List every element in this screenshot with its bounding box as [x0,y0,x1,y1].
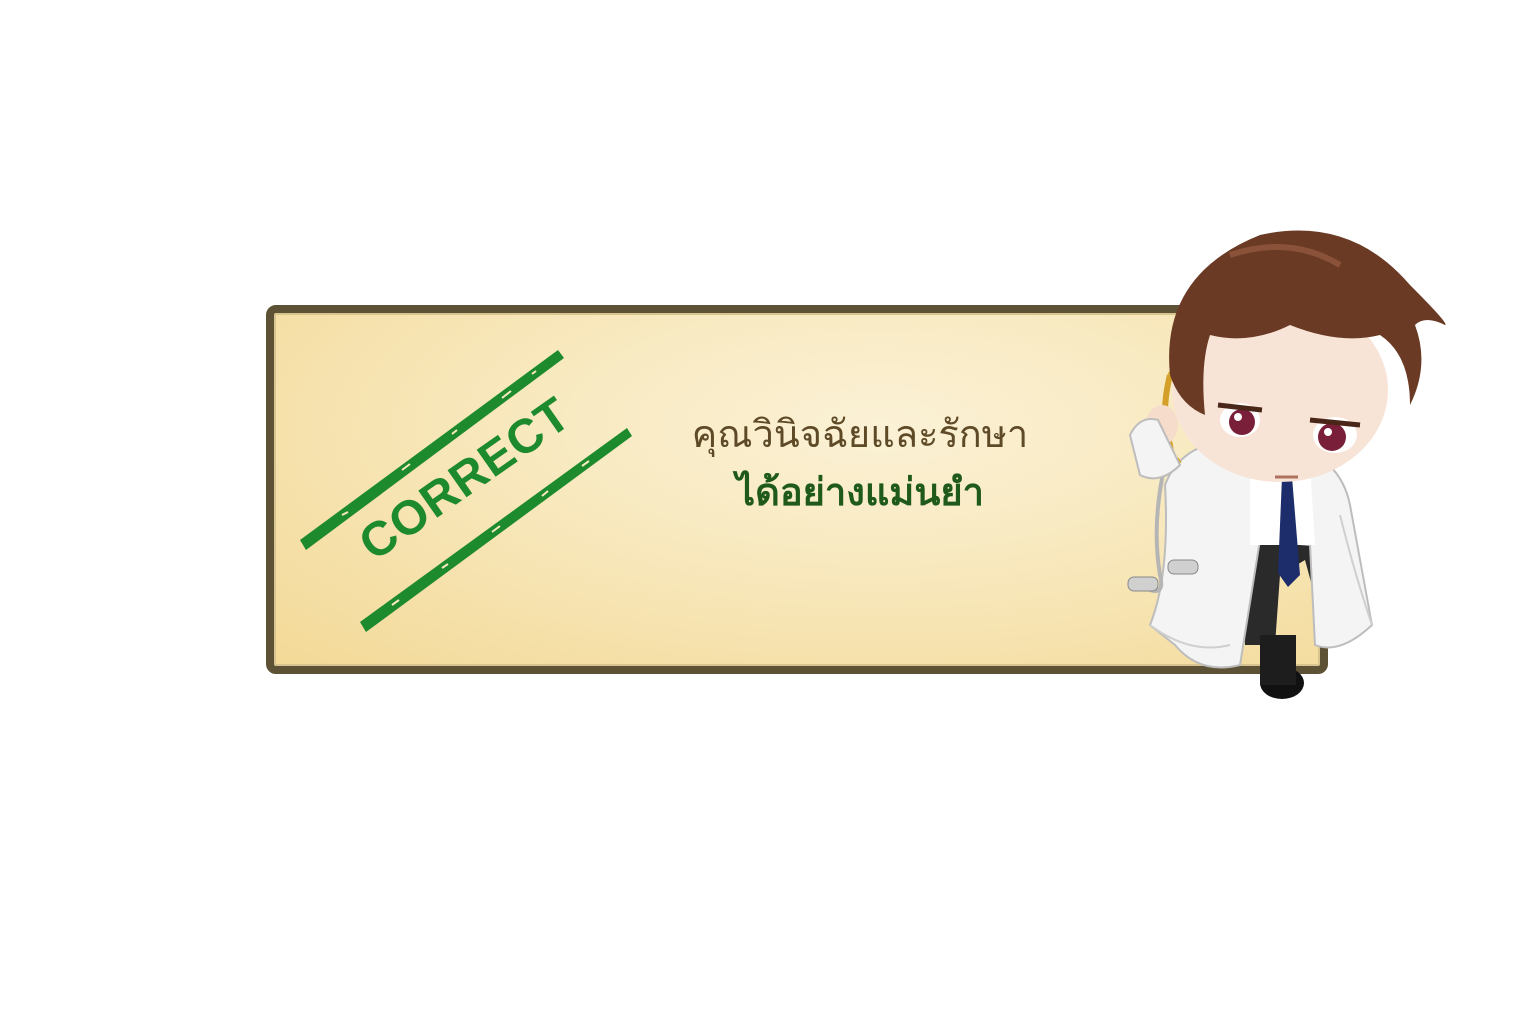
message-line-2: ได้อย่างแม่นยำ [736,470,984,514]
doctor-chibi-icon [1127,230,1446,699]
correct-stamp: CORRECT [300,350,632,632]
message-line-1: คุณวินิจฉัยและรักษา [691,412,1029,456]
result-screen: CORRECT คุณวินิจฉัยและรักษา ได้อย่างแม่น… [0,0,1536,1024]
doctor-head [1169,230,1446,482]
result-message: คุณวินิจฉัยและรักษา ได้อย่างแม่นยำ [640,405,1080,521]
